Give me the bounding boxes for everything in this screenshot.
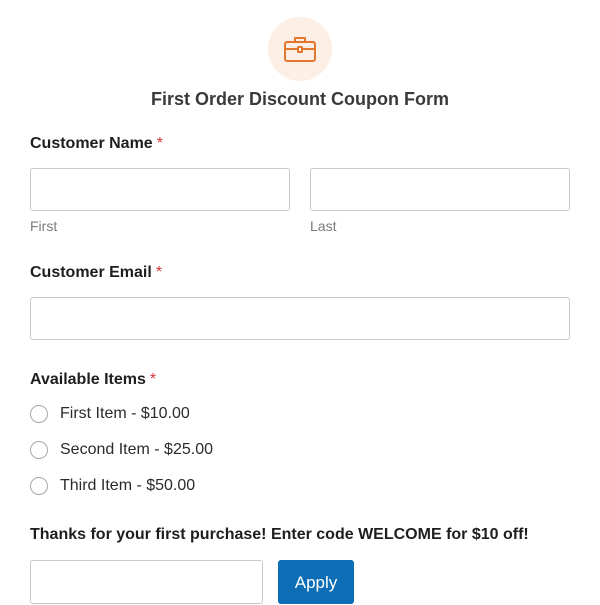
coupon-code-input[interactable] bbox=[30, 560, 263, 604]
customer-name-label-text: Customer Name bbox=[30, 135, 153, 152]
customer-email-label: Customer Email * bbox=[30, 263, 162, 283]
available-items-label: Available Items * bbox=[30, 370, 156, 390]
item-option-label: First Item - $10.00 bbox=[60, 405, 190, 422]
first-name-sublabel: First bbox=[30, 218, 58, 234]
item-option-third[interactable]: Third Item - $50.00 bbox=[30, 475, 195, 497]
last-name-input[interactable] bbox=[310, 168, 570, 211]
coupon-message: Thanks for your first purchase! Enter co… bbox=[30, 526, 529, 543]
customer-email-label-text: Customer Email bbox=[30, 264, 152, 281]
customer-email-input[interactable] bbox=[30, 297, 570, 340]
first-name-input[interactable] bbox=[30, 168, 290, 211]
form-title: First Order Discount Coupon Form bbox=[150, 89, 449, 109]
required-marker: * bbox=[149, 371, 157, 388]
available-items-label-text: Available Items bbox=[30, 371, 146, 388]
form-header-icon-badge bbox=[268, 17, 332, 81]
customer-name-label: Customer Name * bbox=[30, 134, 163, 154]
required-marker: * bbox=[156, 135, 163, 152]
item-option-second[interactable]: Second Item - $25.00 bbox=[30, 439, 213, 461]
radio-button[interactable] bbox=[30, 441, 48, 459]
radio-button[interactable] bbox=[30, 477, 48, 495]
radio-button[interactable] bbox=[30, 405, 48, 423]
item-option-label: Third Item - $50.00 bbox=[60, 477, 196, 494]
briefcase-icon bbox=[284, 37, 316, 62]
item-option-label: Second Item - $25.00 bbox=[60, 441, 213, 458]
item-option-first[interactable]: First Item - $10.00 bbox=[30, 403, 190, 425]
apply-button[interactable]: Apply bbox=[278, 560, 354, 604]
required-marker: * bbox=[155, 264, 163, 281]
last-name-sublabel: Last bbox=[310, 218, 337, 234]
